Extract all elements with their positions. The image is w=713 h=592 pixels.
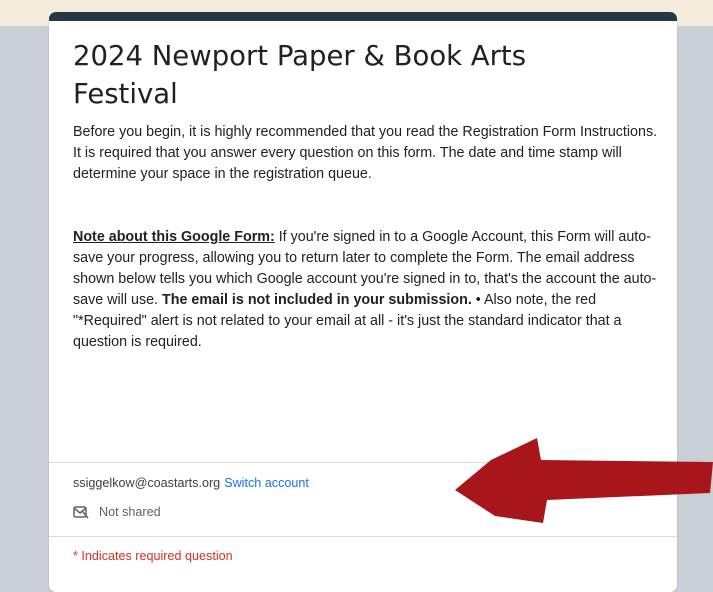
divider-top	[49, 462, 677, 463]
sharing-status: Not shared	[99, 505, 161, 519]
form-description: Before you begin, it is highly recommend…	[73, 122, 663, 353]
form-intro-text: Before you begin, it is highly recommend…	[73, 124, 658, 182]
cloud-icon	[636, 478, 648, 490]
divider-bottom	[49, 536, 677, 537]
required-indicator-note: * Indicates required question	[73, 549, 233, 563]
sharing-status-row: Not shared	[73, 505, 161, 519]
form-note-paragraph: Note about this Google Form: If you're s…	[73, 227, 663, 353]
note-bold-text: The email is not included in your submis…	[162, 292, 472, 308]
form-theme-bar	[49, 12, 677, 21]
account-email: ssiggelkow@coastarts.org	[73, 476, 221, 490]
switch-account-link[interactable]: Switch account	[224, 476, 309, 490]
not-shared-icon	[73, 506, 89, 519]
account-row: ssiggelkow@coastarts.org Switch account	[73, 476, 309, 490]
form-title: 2024 Newport Paper & Book Arts Festival	[73, 40, 527, 110]
form-header-card: 2024 Newport Paper & Book Arts Festival …	[49, 12, 677, 592]
note-heading: Note about this Google Form:	[73, 229, 275, 245]
